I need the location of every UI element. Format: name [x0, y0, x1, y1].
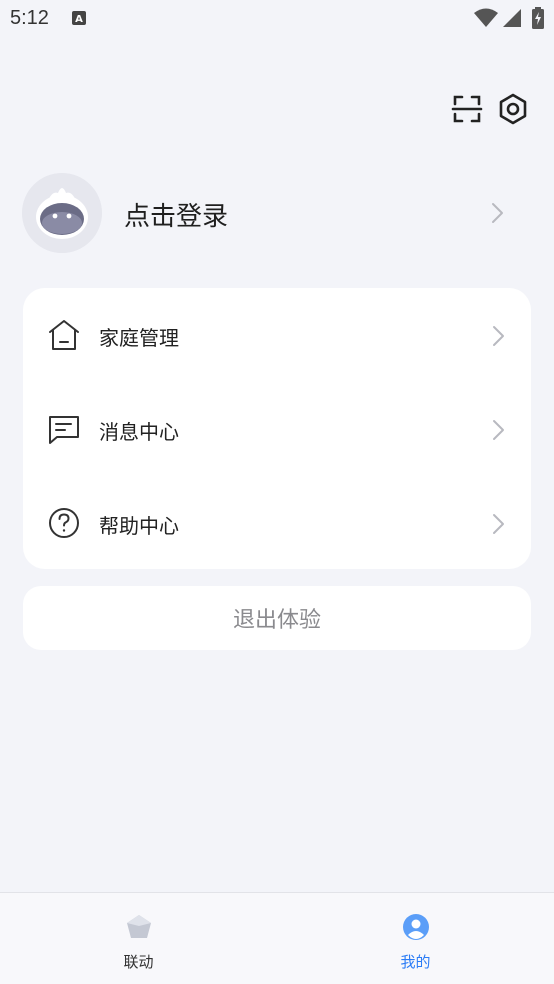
text-a-icon: A	[72, 10, 86, 29]
settings-icon	[496, 93, 530, 130]
nav-item-mine[interactable]: 我的	[277, 893, 554, 984]
help-icon	[47, 506, 81, 540]
chevron-right-icon	[489, 512, 507, 540]
nav-label: 我的	[400, 953, 431, 971]
home-icon	[47, 318, 81, 352]
scan-button[interactable]	[450, 92, 484, 126]
chevron-right-icon	[488, 201, 506, 229]
menu-item-message-center[interactable]: 消息中心	[23, 382, 531, 476]
exit-experience-label: 退出体验	[232, 608, 321, 633]
battery-charging-icon	[532, 7, 544, 33]
menu-card: 家庭管理 消息中心 帮助中心	[23, 288, 531, 569]
avatar	[22, 173, 102, 253]
scan-icon	[450, 95, 484, 130]
message-icon	[47, 412, 81, 446]
menu-item-label: 家庭管理	[99, 326, 179, 350]
chevron-right-icon	[489, 324, 507, 352]
user-icon	[402, 913, 430, 941]
login-row[interactable]: 点击登录	[0, 168, 554, 260]
status-time: 5:12	[10, 7, 49, 29]
exit-experience-button[interactable]: 退出体验	[23, 586, 531, 650]
chevron-right-icon	[489, 418, 507, 446]
menu-item-label: 帮助中心	[99, 514, 179, 538]
wifi-icon	[474, 8, 498, 32]
pentagon-icon	[125, 913, 153, 941]
cell-signal-icon	[502, 8, 522, 32]
login-label: 点击登录	[124, 202, 229, 232]
bottom-nav: 联动 我的	[0, 892, 554, 984]
menu-item-family-management[interactable]: 家庭管理	[23, 288, 531, 382]
menu-item-label: 消息中心	[99, 420, 179, 444]
svg-text:A: A	[75, 14, 83, 25]
settings-button[interactable]	[496, 92, 530, 126]
robot-avatar-icon	[22, 173, 102, 253]
status-bar: 5:12 A	[0, 0, 554, 38]
nav-item-linkage[interactable]: 联动	[0, 893, 277, 984]
nav-label: 联动	[123, 953, 154, 971]
menu-item-help-center[interactable]: 帮助中心	[23, 476, 531, 570]
